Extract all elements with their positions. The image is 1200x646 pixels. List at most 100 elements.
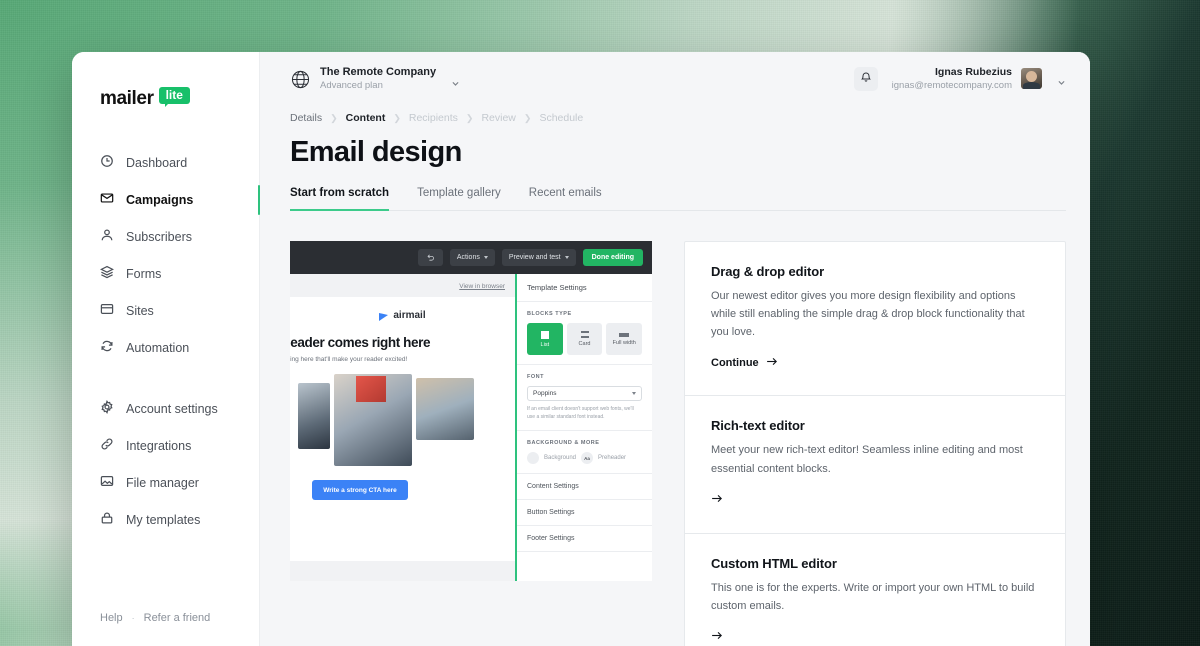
breadcrumb-separator: ❯ (330, 112, 338, 123)
breadcrumb-details[interactable]: Details (290, 112, 322, 124)
sidebar-item-integrations[interactable]: Integrations (72, 427, 259, 464)
help-link[interactable]: Help (100, 612, 123, 624)
user-icon (100, 228, 114, 245)
done-editing-button[interactable]: Done editing (582, 249, 643, 266)
email-image (334, 374, 412, 466)
sidebar: mailer lite Dashboard Campaigns Subscrib… (72, 52, 260, 646)
sidebar-item-forms[interactable]: Forms (72, 255, 259, 292)
block-type-full-width[interactable]: Full width (606, 323, 643, 355)
template-settings-title: Template Settings (517, 274, 652, 302)
sidebar-item-label: File manager (126, 475, 199, 490)
custom-html-continue-button[interactable] (711, 630, 723, 644)
block-label: List (540, 341, 550, 348)
arrow-right-icon (711, 493, 723, 507)
sidebar-item-label: Forms (126, 266, 162, 281)
sidebar-item-file-manager[interactable]: File manager (72, 464, 259, 501)
font-value: Poppins (533, 390, 557, 397)
sidebar-item-sites[interactable]: Sites (72, 292, 259, 329)
email-cta-button[interactable]: Write a strong CTA here (312, 480, 408, 500)
footer-separator: · (131, 613, 135, 623)
notifications-button[interactable] (853, 66, 878, 91)
tab-template-gallery[interactable]: Template gallery (417, 187, 501, 210)
page-title: Email design (290, 136, 462, 168)
rich-text-continue-button[interactable] (711, 493, 723, 507)
preheader-option-label: Preheader (598, 455, 627, 461)
continue-button[interactable]: Continue (711, 356, 778, 370)
background-group: BACKGROUND & MORE Background Aa Preheade… (517, 431, 652, 474)
preview-toolbar: Actions Preview and test Done editing (290, 241, 652, 274)
blocks-type-group: BLOCKS TYPE List Card Full width (517, 302, 652, 365)
blocks-type-options: List Card Full width (527, 323, 643, 355)
sidebar-item-label: Account settings (126, 401, 218, 416)
logo-badge: lite (158, 86, 190, 107)
option-description: This one is for the experts. Write or im… (711, 581, 1035, 612)
org-switcher[interactable]: The Remote Company Advanced plan (290, 66, 460, 92)
actions-button[interactable]: Actions (449, 249, 495, 266)
lines-icon (580, 331, 589, 338)
sidebar-item-label: Sites (126, 303, 154, 318)
image-icon (100, 474, 114, 491)
sidebar-item-my-templates[interactable]: My templates (72, 501, 259, 538)
breadcrumb: Details ❯ Content ❯ Recipients ❯ Review … (290, 112, 1066, 124)
breadcrumb-recipients[interactable]: Recipients (409, 112, 458, 124)
preview-and-test-button[interactable]: Preview and test (501, 249, 576, 266)
paper-plane-icon (379, 310, 389, 321)
view-in-browser-link[interactable]: View in browser (459, 283, 505, 290)
nav-divider-space (72, 366, 259, 390)
editor-option-custom-html[interactable]: Custom HTML editor This one is for the e… (685, 534, 1065, 646)
browser-icon (100, 302, 114, 319)
tab-start-from-scratch[interactable]: Start from scratch (290, 187, 390, 211)
editor-preview: Actions Preview and test Done editing Vi… (290, 241, 652, 581)
refer-a-friend-link[interactable]: Refer a friend (144, 612, 211, 624)
user-menu[interactable]: Ignas Rubezius ignas@remotecompany.com (892, 66, 1066, 92)
content-settings-row[interactable]: Content Settings (517, 474, 652, 500)
primary-nav: Dashboard Campaigns Subscribers Forms Si… (72, 144, 260, 538)
block-label: Full width (612, 339, 636, 346)
user-name: Ignas Rubezius (934, 66, 1012, 78)
sidebar-item-label: Campaigns (126, 192, 194, 207)
sidebar-item-dashboard[interactable]: Dashboard (72, 144, 259, 181)
font-label: FONT (527, 374, 544, 380)
tab-bar: Start from scratch Template gallery Rece… (290, 187, 1066, 211)
font-group: FONT Poppins If an email client doesn't … (517, 365, 652, 431)
editor-option-rich-text[interactable]: Rich-text editor Meet your new rich-text… (685, 396, 1065, 534)
refresh-icon (100, 339, 114, 356)
breadcrumb-separator: ❯ (393, 112, 401, 123)
preview-body: View in browser airmail y header comes r… (290, 274, 652, 581)
breadcrumb-separator: ❯ (465, 112, 474, 123)
sidebar-item-label: Integrations (126, 438, 192, 453)
option-title: Rich-text editor (711, 418, 805, 434)
background-swatch[interactable] (527, 452, 539, 464)
avatar (1021, 68, 1042, 90)
clock-icon (100, 154, 114, 171)
chevron-down-icon[interactable] (1057, 74, 1066, 86)
background-option-label: Background (544, 455, 577, 461)
chevron-down-icon[interactable] (451, 75, 460, 86)
sidebar-item-account-settings[interactable]: Account settings (72, 390, 259, 427)
preheader-badge[interactable]: Aa (581, 452, 594, 464)
sidebar-item-label: My templates (126, 512, 201, 527)
tab-recent-emails[interactable]: Recent emails (529, 187, 602, 210)
breadcrumb-content[interactable]: Content (346, 112, 386, 124)
option-title: Drag & drop editor (711, 264, 825, 279)
sidebar-item-subscribers[interactable]: Subscribers (72, 218, 259, 255)
breadcrumb-review[interactable]: Review (481, 112, 515, 124)
background-row: Background Aa Preheader (527, 452, 642, 464)
button-settings-row[interactable]: Button Settings (517, 500, 652, 526)
undo-icon[interactable] (417, 249, 443, 266)
editor-option-drag-and-drop[interactable]: Drag & drop editor Our newest editor giv… (685, 242, 1065, 397)
user-text: Ignas Rubezius ignas@remotecompany.com (892, 66, 1012, 92)
block-type-list[interactable]: List (527, 323, 563, 355)
app-logo[interactable]: mailer lite (100, 86, 259, 110)
lock-icon (100, 511, 114, 528)
chevron-down-icon (564, 256, 569, 259)
sidebar-item-campaigns[interactable]: Campaigns (72, 181, 260, 218)
editor-options-list: Drag & drop editor Our newest editor giv… (684, 241, 1066, 646)
panels: Actions Preview and test Done editing Vi… (290, 241, 1066, 646)
breadcrumb-schedule[interactable]: Schedule (539, 112, 583, 124)
footer-settings-row[interactable]: Footer Settings (517, 526, 652, 552)
sidebar-item-label: Dashboard (126, 155, 188, 170)
font-select[interactable]: Poppins (527, 386, 642, 401)
sidebar-item-automation[interactable]: Automation (72, 329, 259, 366)
block-type-card[interactable]: Card (566, 323, 603, 355)
